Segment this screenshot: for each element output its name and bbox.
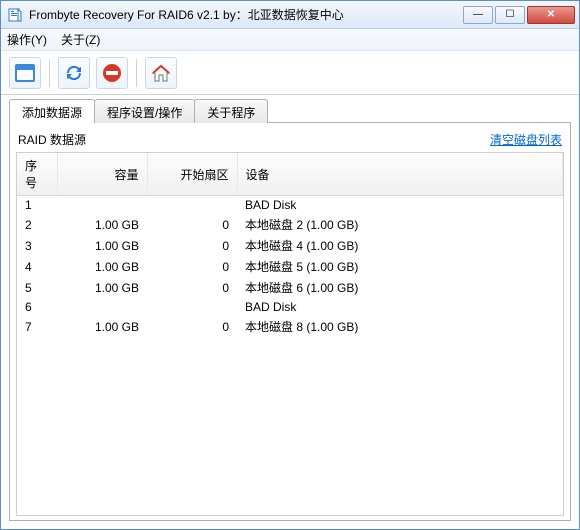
- content-area: 添加数据源 程序设置/操作 关于程序 RAID 数据源 清空磁盘列表 序号 容量…: [1, 95, 579, 529]
- col-header-index[interactable]: 序号: [17, 153, 57, 196]
- close-button[interactable]: ✕: [527, 6, 575, 24]
- cell-index: 3: [17, 235, 57, 256]
- tab-about[interactable]: 关于程序: [194, 99, 268, 123]
- main-window: Frombyte Recovery For RAID6 v2.1 by：北亚数据…: [0, 0, 580, 530]
- window-icon: [14, 62, 36, 84]
- table-row[interactable]: 71.00 GB0本地磁盘 8 (1.00 GB): [17, 316, 563, 337]
- cell-start-sector: [147, 298, 237, 316]
- toolbar-new-button[interactable]: [9, 57, 41, 89]
- cell-index: 7: [17, 316, 57, 337]
- menu-about[interactable]: 关于(Z): [61, 31, 100, 48]
- cell-index: 6: [17, 298, 57, 316]
- toolbar-separator: [136, 59, 137, 87]
- toolbar-home-button[interactable]: [145, 57, 177, 89]
- table-row[interactable]: 41.00 GB0本地磁盘 5 (1.00 GB): [17, 256, 563, 277]
- section-header: RAID 数据源 清空磁盘列表: [16, 127, 564, 152]
- cell-index: 4: [17, 256, 57, 277]
- cell-device: 本地磁盘 8 (1.00 GB): [237, 316, 563, 337]
- home-icon: [150, 62, 172, 84]
- cell-start-sector: 0: [147, 277, 237, 298]
- cell-device: BAD Disk: [237, 298, 563, 316]
- cell-capacity: 1.00 GB: [57, 277, 147, 298]
- table-row[interactable]: 31.00 GB0本地磁盘 4 (1.00 GB): [17, 235, 563, 256]
- stop-icon: [101, 62, 123, 84]
- cell-index: 2: [17, 214, 57, 235]
- cell-device: 本地磁盘 6 (1.00 GB): [237, 277, 563, 298]
- cell-capacity: 1.00 GB: [57, 214, 147, 235]
- col-header-start-sector[interactable]: 开始扇区: [147, 153, 237, 196]
- col-header-device[interactable]: 设备: [237, 153, 563, 196]
- clear-disk-list-link[interactable]: 清空磁盘列表: [490, 131, 562, 148]
- tab-panel-add-source: RAID 数据源 清空磁盘列表 序号 容量 开始扇区 设备 1BAD Disk2…: [9, 122, 571, 521]
- titlebar[interactable]: Frombyte Recovery For RAID6 v2.1 by：北亚数据…: [1, 1, 579, 29]
- cell-start-sector: 0: [147, 235, 237, 256]
- cell-device: 本地磁盘 2 (1.00 GB): [237, 214, 563, 235]
- toolbar-refresh-button[interactable]: [58, 57, 90, 89]
- close-icon: ✕: [547, 9, 555, 20]
- cell-start-sector: 0: [147, 214, 237, 235]
- cell-index: 5: [17, 277, 57, 298]
- menubar: 操作(Y) 关于(Z): [1, 29, 579, 51]
- cell-capacity: 1.00 GB: [57, 316, 147, 337]
- window-controls: — ☐ ✕: [463, 6, 575, 24]
- maximize-button[interactable]: ☐: [495, 6, 525, 24]
- cell-start-sector: [147, 196, 237, 215]
- app-icon: [7, 7, 23, 23]
- minimize-button[interactable]: —: [463, 6, 493, 24]
- table-row[interactable]: 6 BAD Disk: [17, 298, 563, 316]
- col-header-capacity[interactable]: 容量: [57, 153, 147, 196]
- cell-start-sector: 0: [147, 316, 237, 337]
- toolbar-stop-button[interactable]: [96, 57, 128, 89]
- maximize-icon: ☐: [506, 9, 515, 20]
- table-row[interactable]: 51.00 GB0本地磁盘 6 (1.00 GB): [17, 277, 563, 298]
- cell-index: 1: [17, 196, 57, 215]
- toolbar: [1, 51, 579, 95]
- cell-capacity: 1.00 GB: [57, 235, 147, 256]
- refresh-icon: [63, 62, 85, 84]
- disk-table: 序号 容量 开始扇区 设备 1BAD Disk21.00 GB0本地磁盘 2 (…: [17, 153, 563, 337]
- tab-add-source[interactable]: 添加数据源: [9, 99, 95, 123]
- window-title: Frombyte Recovery For RAID6 v2.1 by：北亚数据…: [29, 6, 463, 23]
- cell-capacity: [57, 298, 147, 316]
- table-row[interactable]: 1 BAD Disk: [17, 196, 563, 215]
- cell-device: BAD Disk: [237, 196, 563, 215]
- disk-table-wrap: 序号 容量 开始扇区 设备 1BAD Disk21.00 GB0本地磁盘 2 (…: [16, 152, 564, 516]
- toolbar-separator: [49, 59, 50, 87]
- menu-operation[interactable]: 操作(Y): [7, 31, 47, 48]
- cell-capacity: 1.00 GB: [57, 256, 147, 277]
- cell-capacity: [57, 196, 147, 215]
- tab-bar: 添加数据源 程序设置/操作 关于程序: [9, 99, 571, 123]
- table-row[interactable]: 21.00 GB0本地磁盘 2 (1.00 GB): [17, 214, 563, 235]
- cell-start-sector: 0: [147, 256, 237, 277]
- tab-settings[interactable]: 程序设置/操作: [94, 99, 195, 123]
- minimize-icon: —: [473, 9, 483, 20]
- section-title: RAID 数据源: [18, 131, 86, 148]
- cell-device: 本地磁盘 5 (1.00 GB): [237, 256, 563, 277]
- cell-device: 本地磁盘 4 (1.00 GB): [237, 235, 563, 256]
